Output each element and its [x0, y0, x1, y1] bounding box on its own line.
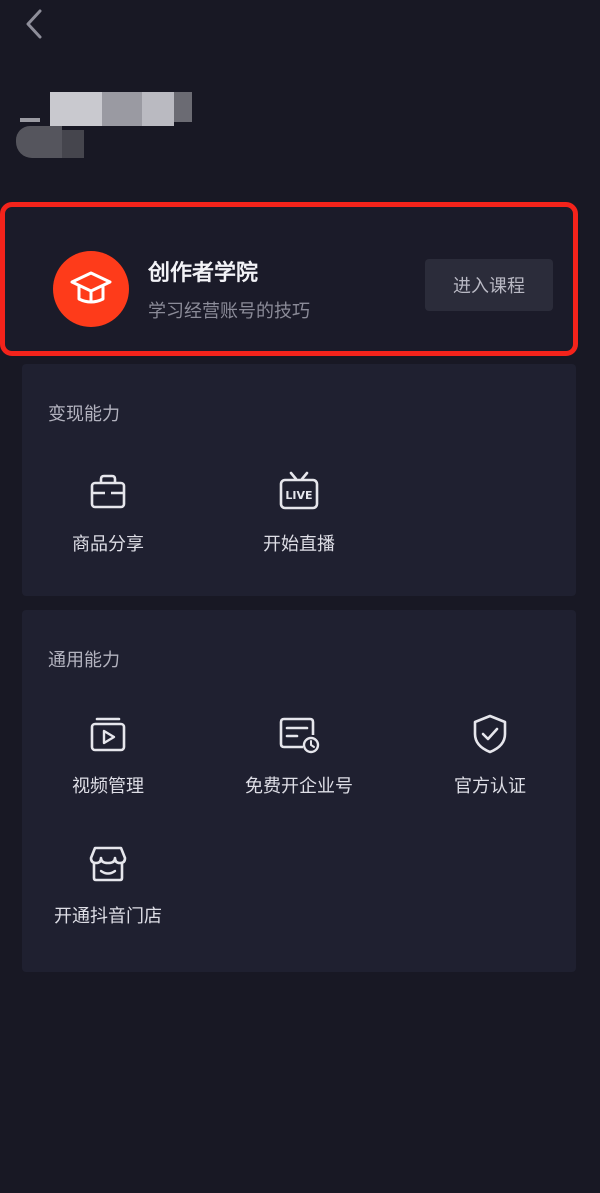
business-card-icon — [275, 710, 323, 758]
general-title: 通用能力 — [48, 650, 120, 671]
live-tv-icon: LIVE — [275, 468, 323, 516]
product-share-item[interactable]: 商品分享 — [33, 468, 183, 556]
business-account-item[interactable]: 免费开企业号 — [224, 710, 374, 798]
official-verification-item[interactable]: 官方认证 — [415, 710, 565, 798]
back-button[interactable] — [18, 8, 50, 40]
creator-services-page: 创作者学院 学习经营账号的技巧 进入课程 变现能力 商品分享 LIVE 开始直播… — [0, 0, 600, 1193]
storefront-icon — [84, 840, 132, 888]
svg-text:LIVE: LIVE — [285, 489, 312, 502]
business-account-label: 免费开企业号 — [245, 776, 353, 797]
monetization-card: 变现能力 商品分享 LIVE 开始直播 — [22, 364, 576, 596]
product-share-label: 商品分享 — [72, 534, 144, 555]
video-folder-icon — [84, 710, 132, 758]
enter-course-button[interactable]: 进入课程 — [425, 259, 553, 311]
monetization-title: 变现能力 — [48, 404, 120, 425]
start-live-label: 开始直播 — [263, 534, 335, 555]
general-card: 通用能力 视频管理 免费开企业号 官方认证 开通抖音门店 — [22, 610, 576, 972]
blurred-user-info — [16, 92, 196, 166]
start-live-item[interactable]: LIVE 开始直播 — [224, 468, 374, 556]
official-verification-label: 官方认证 — [454, 776, 526, 797]
graduation-cap-icon — [53, 251, 129, 327]
video-management-label: 视频管理 — [72, 776, 144, 797]
chevron-left-icon — [26, 9, 42, 39]
academy-title: 创作者学院 — [148, 261, 259, 286]
academy-subtitle: 学习经营账号的技巧 — [148, 301, 310, 322]
shopping-bag-icon — [84, 468, 132, 516]
douyin-store-item[interactable]: 开通抖音门店 — [33, 840, 183, 928]
video-management-item[interactable]: 视频管理 — [33, 710, 183, 798]
creator-academy-banner[interactable]: 创作者学院 学习经营账号的技巧 进入课程 — [0, 202, 578, 356]
verified-shield-icon — [466, 710, 514, 758]
douyin-store-label: 开通抖音门店 — [54, 906, 162, 927]
